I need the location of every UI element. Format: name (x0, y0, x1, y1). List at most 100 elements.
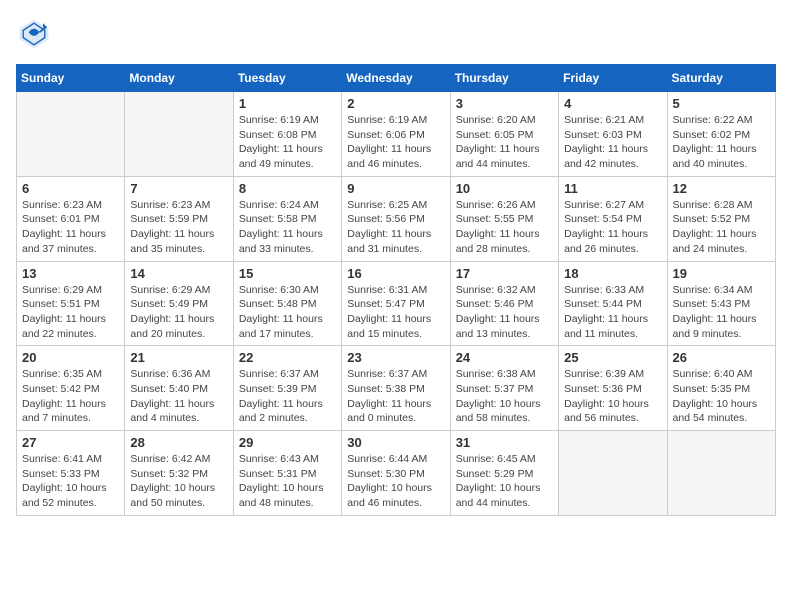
day-info: Sunrise: 6:37 AMSunset: 5:39 PMDaylight:… (239, 367, 336, 426)
calendar-cell: 18Sunrise: 6:33 AMSunset: 5:44 PMDayligh… (559, 261, 667, 346)
day-number: 12 (673, 181, 770, 196)
calendar-cell: 28 Sunrise: 6:42 AMSunset: 5:32 PMDayligh… (125, 431, 233, 516)
day-info: Sunrise: 6:37 AMSunset: 5:38 PMDaylight:… (347, 367, 444, 426)
calendar-week-row: 1 Sunrise: 6:19 AMSunset: 6:08 PMDaylight… (17, 92, 776, 177)
day-info: Sunrise: 6:43 AMSunset: 5:31 PMDaylight:… (239, 452, 336, 511)
day-info: Sunrise: 6:39 AMSunset: 5:36 PMDaylight:… (564, 367, 661, 426)
calendar-cell: 23 Sunrise: 6:37 AMSunset: 5:38 PMDayligh… (342, 346, 450, 431)
day-header: Thursday (450, 65, 558, 92)
day-number: 29 (239, 435, 336, 450)
day-number: 13 (22, 266, 119, 281)
day-info: Sunrise: 6:27 AMSunset: 5:54 PMDaylight:… (564, 198, 661, 257)
day-header: Sunday (17, 65, 125, 92)
day-info: Sunrise: 6:19 AMSunset: 6:06 PMDaylight:… (347, 113, 444, 172)
day-header: Friday (559, 65, 667, 92)
calendar-cell: 2 Sunrise: 6:19 AMSunset: 6:06 PMDaylight… (342, 92, 450, 177)
day-info: Sunrise: 6:20 AMSunset: 6:05 PMDaylight:… (456, 113, 553, 172)
day-info: Sunrise: 6:42 AMSunset: 5:32 PMDaylight:… (130, 452, 227, 511)
day-info: Sunrise: 6:30 AMSunset: 5:48 PMDaylight:… (239, 283, 336, 342)
day-number: 6 (22, 181, 119, 196)
calendar-week-row: 13Sunrise: 6:29 AMSunset: 5:51 PMDayligh… (17, 261, 776, 346)
calendar-header-row: SundayMondayTuesdayWednesdayThursdayFrid… (17, 65, 776, 92)
day-info: Sunrise: 6:44 AMSunset: 5:30 PMDaylight:… (347, 452, 444, 511)
day-number: 14 (130, 266, 227, 281)
day-info: Sunrise: 6:28 AMSunset: 5:52 PMDaylight:… (673, 198, 770, 257)
calendar-cell: 29 Sunrise: 6:43 AMSunset: 5:31 PMDayligh… (233, 431, 341, 516)
calendar-cell: 17 Sunrise: 6:32 AMSunset: 5:46 PMDayligh… (450, 261, 558, 346)
page-header (16, 16, 776, 52)
day-number: 21 (130, 350, 227, 365)
day-info: Sunrise: 6:33 AMSunset: 5:44 PMDaylight:… (564, 283, 661, 342)
calendar-cell: 7 Sunrise: 6:23 AMSunset: 5:59 PMDaylight… (125, 176, 233, 261)
day-number: 11 (564, 181, 661, 196)
calendar-cell: 11 Sunrise: 6:27 AMSunset: 5:54 PMDayligh… (559, 176, 667, 261)
calendar-cell: 31Sunrise: 6:45 AMSunset: 5:29 PMDayligh… (450, 431, 558, 516)
day-info: Sunrise: 6:24 AMSunset: 5:58 PMDaylight:… (239, 198, 336, 257)
day-number: 2 (347, 96, 444, 111)
day-number: 23 (347, 350, 444, 365)
day-number: 25 (564, 350, 661, 365)
day-number: 19 (673, 266, 770, 281)
calendar-cell: 6 Sunrise: 6:23 AMSunset: 6:01 PMDaylight… (17, 176, 125, 261)
day-number: 24 (456, 350, 553, 365)
day-info: Sunrise: 6:34 AMSunset: 5:43 PMDaylight:… (673, 283, 770, 342)
day-number: 28 (130, 435, 227, 450)
calendar-cell: 30Sunrise: 6:44 AMSunset: 5:30 PMDayligh… (342, 431, 450, 516)
day-number: 15 (239, 266, 336, 281)
calendar-cell: 3 Sunrise: 6:20 AMSunset: 6:05 PMDaylight… (450, 92, 558, 177)
calendar-cell: 16 Sunrise: 6:31 AMSunset: 5:47 PMDayligh… (342, 261, 450, 346)
day-number: 4 (564, 96, 661, 111)
day-info: Sunrise: 6:32 AMSunset: 5:46 PMDaylight:… (456, 283, 553, 342)
day-number: 3 (456, 96, 553, 111)
calendar-cell: 19 Sunrise: 6:34 AMSunset: 5:43 PMDayligh… (667, 261, 775, 346)
calendar-cell: 4 Sunrise: 6:21 AMSunset: 6:03 PMDaylight… (559, 92, 667, 177)
calendar-cell: 12 Sunrise: 6:28 AMSunset: 5:52 PMDayligh… (667, 176, 775, 261)
calendar-cell: 13Sunrise: 6:29 AMSunset: 5:51 PMDayligh… (17, 261, 125, 346)
day-number: 7 (130, 181, 227, 196)
day-number: 10 (456, 181, 553, 196)
day-info: Sunrise: 6:36 AMSunset: 5:40 PMDaylight:… (130, 367, 227, 426)
day-info: Sunrise: 6:19 AMSunset: 6:08 PMDaylight:… (239, 113, 336, 172)
calendar-cell: 26Sunrise: 6:40 AMSunset: 5:35 PMDayligh… (667, 346, 775, 431)
calendar-cell: 5 Sunrise: 6:22 AMSunset: 6:02 PMDaylight… (667, 92, 775, 177)
day-info: Sunrise: 6:35 AMSunset: 5:42 PMDaylight:… (22, 367, 119, 426)
calendar-cell: 9 Sunrise: 6:25 AMSunset: 5:56 PMDaylight… (342, 176, 450, 261)
day-info: Sunrise: 6:22 AMSunset: 6:02 PMDaylight:… (673, 113, 770, 172)
day-header: Saturday (667, 65, 775, 92)
calendar-cell: 10 Sunrise: 6:26 AMSunset: 5:55 PMDayligh… (450, 176, 558, 261)
day-number: 5 (673, 96, 770, 111)
calendar-week-row: 27 Sunrise: 6:41 AMSunset: 5:33 PMDayligh… (17, 431, 776, 516)
day-info: Sunrise: 6:21 AMSunset: 6:03 PMDaylight:… (564, 113, 661, 172)
calendar-cell: 8Sunrise: 6:24 AMSunset: 5:58 PMDaylight… (233, 176, 341, 261)
day-info: Sunrise: 6:29 AMSunset: 5:49 PMDaylight:… (130, 283, 227, 342)
calendar-cell (559, 431, 667, 516)
calendar-cell: 1 Sunrise: 6:19 AMSunset: 6:08 PMDaylight… (233, 92, 341, 177)
logo (16, 16, 56, 52)
logo-icon (16, 16, 52, 52)
calendar-week-row: 20Sunrise: 6:35 AMSunset: 5:42 PMDayligh… (17, 346, 776, 431)
calendar-week-row: 6 Sunrise: 6:23 AMSunset: 6:01 PMDaylight… (17, 176, 776, 261)
calendar-cell: 14 Sunrise: 6:29 AMSunset: 5:49 PMDayligh… (125, 261, 233, 346)
calendar-cell: 20Sunrise: 6:35 AMSunset: 5:42 PMDayligh… (17, 346, 125, 431)
day-number: 17 (456, 266, 553, 281)
day-info: Sunrise: 6:23 AMSunset: 6:01 PMDaylight:… (22, 198, 119, 257)
day-number: 31 (456, 435, 553, 450)
day-info: Sunrise: 6:26 AMSunset: 5:55 PMDaylight:… (456, 198, 553, 257)
day-info: Sunrise: 6:25 AMSunset: 5:56 PMDaylight:… (347, 198, 444, 257)
calendar-cell: 27 Sunrise: 6:41 AMSunset: 5:33 PMDayligh… (17, 431, 125, 516)
day-info: Sunrise: 6:41 AMSunset: 5:33 PMDaylight:… (22, 452, 119, 511)
day-number: 22 (239, 350, 336, 365)
calendar-cell (125, 92, 233, 177)
day-number: 27 (22, 435, 119, 450)
day-number: 9 (347, 181, 444, 196)
calendar-cell (667, 431, 775, 516)
calendar-cell (17, 92, 125, 177)
day-header: Wednesday (342, 65, 450, 92)
day-number: 1 (239, 96, 336, 111)
day-number: 16 (347, 266, 444, 281)
calendar-cell: 15 Sunrise: 6:30 AMSunset: 5:48 PMDayligh… (233, 261, 341, 346)
day-info: Sunrise: 6:31 AMSunset: 5:47 PMDaylight:… (347, 283, 444, 342)
calendar-cell: 22 Sunrise: 6:37 AMSunset: 5:39 PMDayligh… (233, 346, 341, 431)
day-info: Sunrise: 6:40 AMSunset: 5:35 PMDaylight:… (673, 367, 770, 426)
day-info: Sunrise: 6:23 AMSunset: 5:59 PMDaylight:… (130, 198, 227, 257)
